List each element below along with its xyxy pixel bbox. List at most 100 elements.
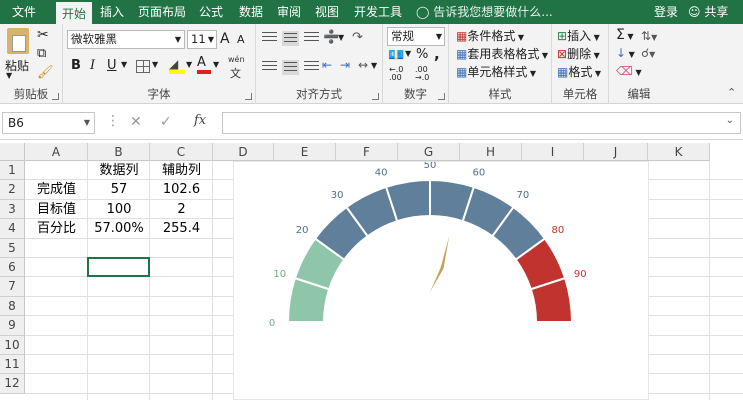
increase-decimal-icon[interactable]: ←.0.00	[389, 66, 403, 82]
underline-dropdown-icon[interactable]: ▼	[121, 60, 127, 69]
cell-B2[interactable]: 57	[88, 180, 150, 199]
tab-formulas[interactable]: 公式	[196, 0, 226, 24]
italic-button[interactable]: I	[90, 58, 95, 73]
format-as-table-button[interactable]: ▦套用表格格式 ▼	[456, 45, 548, 62]
align-middle-icon[interactable]	[282, 31, 299, 46]
tab-developer[interactable]: 开发工具	[352, 0, 404, 24]
align-right-icon[interactable]	[304, 61, 319, 73]
collapse-ribbon-icon[interactable]: ⌃	[727, 86, 736, 99]
tell-me-search[interactable]: ◯ 告诉我您想要做什么...	[416, 0, 553, 24]
clipboard-launcher-icon[interactable]	[52, 93, 59, 100]
percent-button[interactable]: %	[416, 47, 428, 62]
fill-dropdown-icon[interactable]: ▼	[186, 60, 192, 69]
font-color-icon[interactable]: A	[197, 55, 211, 74]
row-header-4[interactable]: 4	[0, 219, 25, 239]
select-all-corner[interactable]	[0, 143, 25, 161]
copy-icon[interactable]: ⧉	[37, 46, 46, 61]
font-launcher-icon[interactable]	[245, 93, 252, 100]
currency-icon[interactable]: 💶	[388, 48, 404, 63]
cell-A4[interactable]: 百分比	[25, 219, 88, 238]
tab-data[interactable]: 数据	[236, 0, 266, 24]
autosum-icon[interactable]: Σ ▼	[616, 27, 634, 43]
grow-font-icon[interactable]: A	[220, 31, 230, 47]
cell-B4[interactable]: 57.00%	[88, 219, 150, 238]
column-header-e[interactable]: E	[274, 143, 336, 161]
formula-input[interactable]: ⌄	[222, 112, 741, 134]
insert-function-button[interactable]: fx	[194, 113, 206, 128]
tab-file[interactable]: 文件	[4, 0, 44, 24]
cell-styles-button[interactable]: ▦单元格样式 ▼	[456, 63, 536, 80]
decrease-decimal-icon[interactable]: .00 →.0	[415, 66, 429, 82]
fill-down-icon[interactable]: ↓ ▼	[616, 46, 635, 60]
conditional-format-button[interactable]: ▦条件格式 ▼	[456, 27, 524, 44]
more-options-icon[interactable]: ⋮	[106, 113, 120, 129]
cancel-icon[interactable]: ✕	[130, 114, 142, 130]
cut-icon[interactable]: ✂	[37, 27, 49, 43]
borders-dropdown-icon[interactable]: ▼	[152, 60, 158, 69]
column-header-b[interactable]: B	[88, 143, 150, 161]
font-size-select[interactable]: 11 ▼	[187, 30, 217, 49]
comma-button[interactable]: ,	[434, 45, 440, 63]
sort-filter-icon[interactable]: ⇅▼	[641, 29, 657, 43]
column-header-d[interactable]: D	[213, 143, 274, 161]
phonetic-icon[interactable]: wén	[228, 55, 245, 64]
underline-button[interactable]: U	[107, 58, 117, 73]
align-center-icon[interactable]	[282, 60, 299, 75]
borders-icon[interactable]	[136, 60, 150, 73]
column-header-c[interactable]: C	[150, 143, 213, 161]
font-name-select[interactable]: 微软雅黑 ▼	[67, 30, 185, 49]
decrease-indent-icon[interactable]: ⇤	[322, 58, 332, 72]
merge-center-icon[interactable]: ↔	[358, 58, 368, 72]
cell-A1[interactable]	[25, 161, 88, 180]
insert-cells-button[interactable]: ⊞插入 ▼	[557, 27, 600, 44]
font-color-dropdown-icon[interactable]: ▼	[213, 60, 219, 69]
row-header-2[interactable]: 2	[0, 180, 25, 200]
cell-A3[interactable]: 目标值	[25, 200, 88, 219]
align-bottom-icon[interactable]	[304, 32, 319, 44]
number-format-select[interactable]: 常规 ▼	[387, 27, 445, 46]
row-header-11[interactable]: 11	[0, 355, 25, 375]
tab-view[interactable]: 视图	[312, 0, 342, 24]
cell-C4[interactable]: 255.4	[150, 219, 213, 238]
delete-cells-button[interactable]: ⊠删除 ▼	[557, 45, 600, 62]
cell-C2[interactable]: 102.6	[150, 180, 213, 199]
gauge-chart[interactable]: 0 10 20 30 40 50 60 70 80 90	[233, 160, 649, 400]
merge-dropdown-icon[interactable]: ▼	[371, 61, 377, 70]
align-top-icon[interactable]	[262, 32, 277, 44]
row-header-1[interactable]: 1	[0, 161, 25, 181]
share-button[interactable]: ☺ 共享	[688, 0, 728, 24]
number-launcher-icon[interactable]	[438, 93, 445, 100]
cell-C1[interactable]: 辅助列	[150, 161, 213, 180]
shrink-font-icon[interactable]: A	[237, 33, 245, 46]
fill-color-icon[interactable]: ◢	[169, 57, 185, 74]
tab-insert[interactable]: 插入	[96, 0, 128, 24]
wrap-text-icon[interactable]: ↷	[352, 30, 363, 45]
cell-B1[interactable]: 数据列	[88, 161, 150, 180]
row-header-5[interactable]: 5	[0, 238, 25, 258]
tab-page-layout[interactable]: 页面布局	[136, 0, 188, 24]
tab-review[interactable]: 审阅	[274, 0, 304, 24]
expand-formula-icon[interactable]: ⌄	[726, 115, 734, 126]
clear-icon[interactable]: ⌫ ▼	[616, 64, 642, 78]
find-select-icon[interactable]: ☌▼	[641, 46, 655, 60]
enter-icon[interactable]: ✓	[160, 114, 172, 130]
increase-indent-icon[interactable]: ⇥	[340, 58, 350, 72]
row-header-6[interactable]: 6	[0, 258, 25, 278]
login-button[interactable]: 登录	[654, 0, 678, 24]
bold-button[interactable]: B	[71, 58, 81, 73]
paste-dropdown-icon[interactable]: ▼	[6, 71, 12, 80]
row-header-7[interactable]: 7	[0, 277, 25, 297]
row-header-8[interactable]: 8	[0, 296, 25, 317]
column-header-f[interactable]: F	[336, 143, 398, 161]
column-header-i[interactable]: I	[522, 143, 584, 161]
cell-C3[interactable]: 2	[150, 200, 213, 219]
currency-dropdown-icon[interactable]: ▼	[405, 49, 411, 58]
format-cells-button[interactable]: ▦格式 ▼	[557, 63, 601, 80]
column-header-h[interactable]: H	[460, 143, 522, 161]
column-header-j[interactable]: J	[584, 143, 648, 161]
orientation-dropdown-icon[interactable]: ▼	[338, 33, 344, 42]
name-box[interactable]: B6 ▼	[2, 112, 95, 134]
align-left-icon[interactable]	[262, 61, 277, 73]
row-header-3[interactable]: 3	[0, 199, 25, 220]
column-header-g[interactable]: G	[398, 143, 460, 161]
